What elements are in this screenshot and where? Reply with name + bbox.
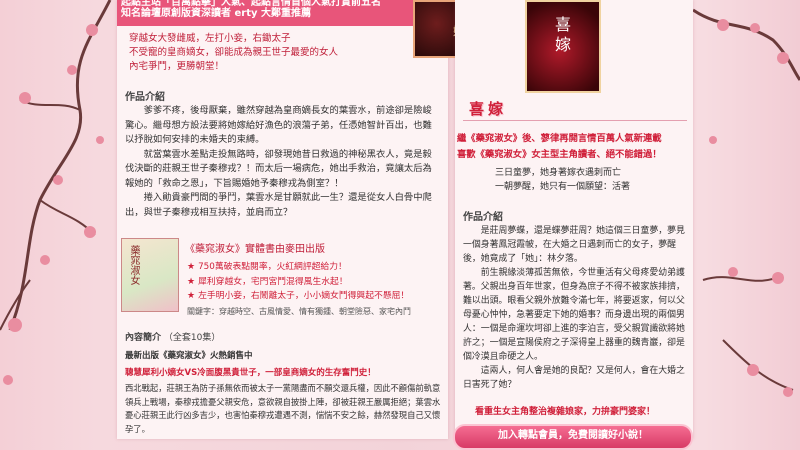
xijia-logo: 喜嫁: [469, 100, 508, 118]
promo-bullet-3: ★ 左手明小妾，右鬧離太子，小小嫡女鬥得興起不懸屈！: [187, 289, 437, 304]
banner-line-2: 知名論壇原創版資深讀者 erty 大鄭重推薦: [121, 8, 311, 19]
left-book-panel: 起點主站「百萬點擊」人氣、起點言情首個人氣打賞前五名 知名論壇原創版資深讀者 e…: [117, 0, 471, 439]
headline-2: 喜歡《藥窕淑女》女主型主角讀者、絕不能錯過！: [457, 149, 662, 160]
logo-underline: [463, 120, 687, 121]
promo-bullet-2-text: 犀利穿越女，宅門宮鬥混得風生水起！: [198, 276, 348, 287]
star-icon: ★: [187, 262, 196, 272]
tagline-line-1: 穿越女大發雌威，左打小妾，右鋤太子: [129, 33, 291, 44]
cover-title-xijia: 喜嫁: [552, 16, 571, 56]
left-blossom-branch: [0, 0, 112, 385]
subtitle-line-2: 一朝夢醒，她只有一個願望：活著: [495, 182, 631, 192]
subtitle-line-1: 三日童夢，她身著嫁衣遇刺而亡: [495, 168, 622, 178]
tagline-block: 穿越女大發雌威，左打小妾，右鋤太子 不受寵的皇商嫡女，卻能成為親王世子最愛的女人…: [129, 32, 409, 74]
highlight-line: 聰慧犀利小嫡女VS冷面腹黑貴世子，一部皇商嫡女的生存奮鬥史！: [125, 368, 376, 378]
star-icon: ★: [187, 291, 196, 301]
content-title: 內容簡介: [125, 333, 162, 343]
book-cover-xijia[interactable]: 喜嫁: [525, 0, 601, 93]
latest-release: 最新出版《藥窕淑女》火熱銷售中: [125, 351, 253, 361]
right-paragraph-2: 前生親緣淡薄孤苦無依，今世重活有父母疼愛幼弟護著。父親出身百年世家，但身為庶子不…: [463, 268, 685, 362]
tagline-line-3: 內宅爭鬥，更勝朝堂！: [129, 61, 225, 72]
right-book-panel: 喜嫁 喜嫁 繼《藥窕淑女》後、蓼律再開言情百萬人氣新連載 喜歡《藥窕淑女》女主型…: [453, 0, 693, 450]
summary-text: 西北戰起，莊親王為防子孫無依而被太子一黨陽盡而不願交還兵權，因此不顧傷前軌意領兵…: [125, 383, 441, 434]
headline-1: 繼《藥窕淑女》後、蓼律再開言情百萬人氣新連載: [457, 133, 662, 144]
intro-body: 爹爹不疼，後母厭棄，雖然穿越為皇商嫡長女的葉雲水，前途卻是險峻驚心。繼母想方設法…: [125, 104, 441, 220]
right-paragraph-1: 是莊周夢蝶，還是蝶夢莊周？她這個三日童夢，夢見一個身著鳳冠霞帔，在大婚之日遇刺而…: [463, 226, 685, 264]
promo-bullet-1: ★ 750萬破表點閱率，火紅網評超給力！: [187, 260, 437, 275]
intro-paragraph-2: 就當葉雲水差點走投無路時，卻發現她昔日救過的神秘黑衣人，竟是毅伐決斷的莊親王世子…: [125, 148, 432, 189]
intro-paragraph-3: 捲入勛貴豪門間的爭鬥，葉雲水是甘願就此一生？還是從女人白骨中爬出，與世子秦穆戎相…: [125, 192, 432, 218]
right-paragraph-3: 這兩人，何人會是她的良配？又是何人，會在大婚之日害死了她？: [463, 366, 685, 390]
promo-bullet-1-text: 750萬破表點閱率，火紅網評超給力！: [198, 262, 347, 272]
promo-bullets: ★ 750萬破表點閱率，火紅網評超給力！ ★ 犀利穿越女，宅門宮鬥混得風生水起！ ★…: [187, 260, 437, 304]
right-blossom-branch: [693, 8, 800, 397]
tagline-line-2: 不受寵的皇商嫡女，卻能成為親王世子最愛的女人: [129, 47, 339, 58]
intro-paragraph-1: 爹爹不疼，後母厭棄，雖然穿越為皇商嫡長女的葉雲水，前途卻是險峻驚心。繼母想方設法…: [125, 105, 432, 145]
intro-heading: 作品介紹: [125, 92, 165, 103]
promo-bullet-3-text: 左手明小妾，右鬧離太子，小小嫡女鬥得興起不懸屈！: [198, 291, 410, 301]
promo-title[interactable]: 《藥窕淑女》實體書由麥田出版: [185, 240, 325, 255]
cover-title-text: 藥窕淑女: [128, 245, 139, 285]
content-heading: 內容簡介 （全套10集）: [125, 330, 220, 343]
promo-keywords: 關鍵字：穿越時空、古風情愛、情有獨鍾、朝堂險惡、家宅內鬥: [187, 307, 411, 316]
top-banner: 起點主站「百萬點擊」人氣、起點言情首個人氣打賞前五名 知名論壇原創版資深讀者 e…: [117, 0, 417, 26]
right-intro-body: 是莊周夢蝶，還是蝶夢莊周？她這個三日童夢，夢見一個身著鳳冠霞帔，在大婚之日遇刺而…: [463, 224, 687, 392]
content-count: （全套10集）: [163, 333, 221, 343]
right-intro-heading: 作品介紹: [463, 212, 503, 223]
join-button-label: 加入轉點會員，免費閱讀好小說！: [498, 430, 648, 441]
subtitle-block: 三日童夢，她身著嫁衣遇刺而亡 一朝夢醒，她只有一個願望：活著: [495, 166, 630, 194]
book-cover-yaotiao[interactable]: 藥窕淑女: [121, 238, 179, 312]
star-icon: ★: [187, 276, 196, 287]
join-member-button[interactable]: 加入轉點會員，免費閱讀好小說！: [453, 424, 693, 450]
closing-line: 看重生女主角整治複雜娘家，力拚豪門婆家！: [475, 407, 656, 417]
banner-line-1: 起點主站「百萬點擊」人氣、起點言情首個人氣打賞前五名: [121, 0, 381, 8]
promo-bullet-2: ★ 犀利穿越女，宅門宮鬥混得風生水起！: [187, 275, 437, 290]
